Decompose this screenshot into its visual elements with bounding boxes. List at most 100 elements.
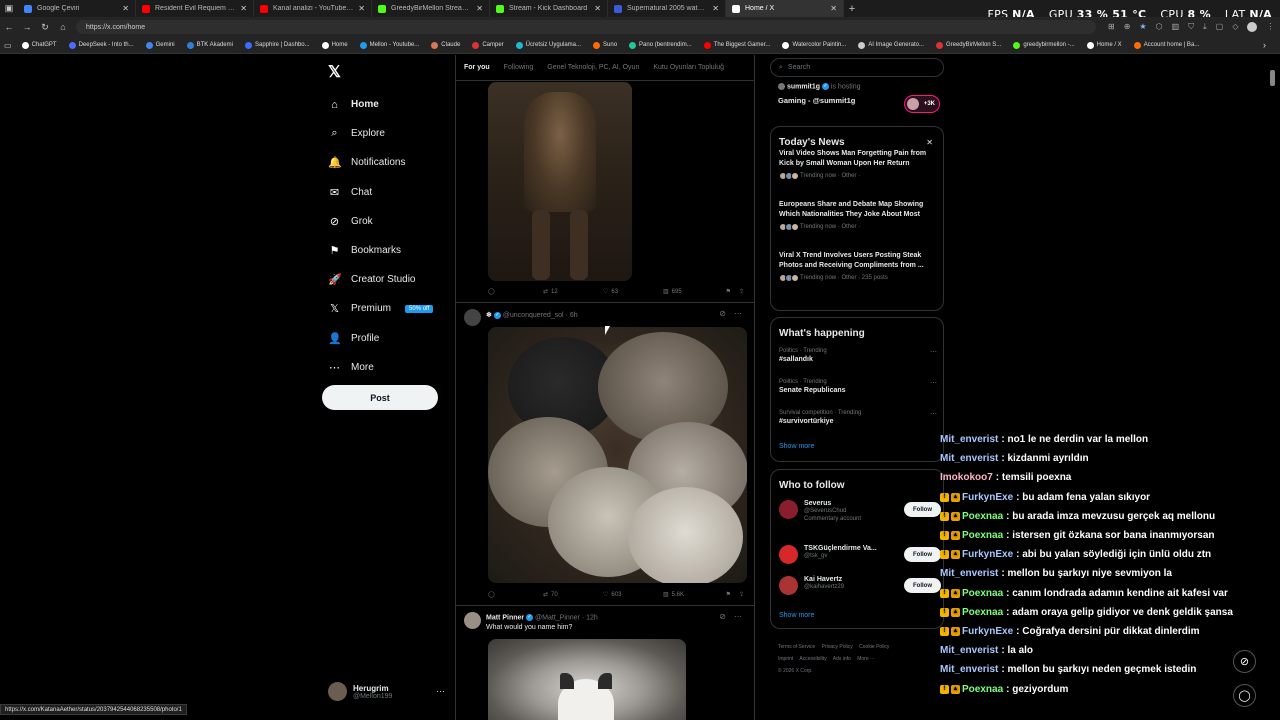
browser-menu-icon[interactable]: ⋮ — [1266, 22, 1274, 32]
show-more-link[interactable]: Show more — [779, 612, 814, 619]
tab-kutu-oyunlari[interactable]: Kutu Oyunları Topluluğ — [653, 64, 724, 71]
trend-more-icon[interactable]: ⋯ — [930, 348, 937, 356]
bookmark-item[interactable]: GreedyBirMellon S... — [930, 41, 1007, 49]
search-input[interactable]: ⌕ Search — [770, 58, 944, 77]
post-button[interactable]: Post — [322, 385, 438, 410]
bookmark-item[interactable]: Mellon - Youtube... — [354, 41, 426, 49]
trend-more-icon[interactable]: ⋯ — [930, 379, 937, 387]
news-item[interactable]: Viral X Trend Involves Users Posting Ste… — [779, 251, 939, 282]
tab-close-icon[interactable]: ✕ — [240, 4, 247, 13]
reply-button[interactable]: ◯ — [488, 288, 543, 295]
bookmark-item[interactable]: Home — [316, 41, 354, 49]
close-icon[interactable]: ✕ — [926, 138, 933, 147]
chat-username[interactable]: Mit_enverist — [940, 664, 998, 675]
footer-link[interactable]: Cookie Policy — [859, 644, 889, 650]
grok-fab-icon[interactable]: ⊘ — [1233, 650, 1256, 673]
trend-item[interactable]: Politics · Trending #sallandık ⋯ — [779, 348, 937, 363]
chat-username[interactable]: Mit_enverist — [940, 645, 998, 656]
bookmark-item[interactable]: Pano (bentrendim... — [623, 41, 698, 49]
bookmark-item[interactable]: AI Image Generato... — [852, 41, 930, 49]
account-menu-icon[interactable]: ··· — [436, 686, 445, 696]
views-button[interactable]: ▥ 5.6K — [663, 591, 724, 599]
footer-link[interactable]: Ads info — [833, 656, 851, 662]
space-host-card[interactable]: summit1g ✓ is hosting Gaming - @summit1g… — [778, 83, 940, 113]
listeners-badge[interactable]: +3K — [904, 95, 940, 113]
sidebar-item-more[interactable]: ⋯ More — [328, 353, 433, 382]
repost-button[interactable]: ⇄ 12 — [543, 288, 603, 296]
follow-button[interactable]: Follow — [904, 547, 941, 562]
browser-tab[interactable]: Home / X ✕ — [726, 0, 844, 17]
bookmark-item[interactable]: Gemini — [140, 41, 181, 49]
avatar[interactable] — [779, 576, 798, 595]
chat-username[interactable]: Poexnaa — [962, 588, 1003, 599]
tab-close-icon[interactable]: ✕ — [830, 4, 837, 13]
chat-username[interactable]: Poexnaa — [962, 607, 1003, 618]
follow-button[interactable]: Follow — [904, 578, 941, 593]
shield-icon[interactable]: ⛉ — [1188, 22, 1194, 32]
trend-item[interactable]: Survival competition · Trending #survivor… — [779, 410, 937, 425]
tab-close-icon[interactable]: ✕ — [594, 4, 601, 13]
trend-item[interactable]: Politics · Trending Senate Republicans ⋯ — [779, 379, 937, 394]
chat-username[interactable]: Poexnaa — [962, 511, 1003, 522]
vpn-icon[interactable]: ◇ — [1232, 22, 1238, 32]
sidebar-item-home[interactable]: ⌂ Home — [328, 90, 433, 119]
follow-suggestion[interactable]: Severus @SeverusChud Commentary account Fol… — [779, 500, 941, 522]
tab-close-icon[interactable]: ✕ — [358, 4, 365, 13]
bookmark-item[interactable]: ChatGPT — [16, 41, 63, 49]
bookmark-item[interactable]: BTK Akademi — [181, 41, 239, 49]
author-handle[interactable]: @Matt_Pinner — [535, 614, 580, 621]
chat-username[interactable]: FurkynExe — [962, 626, 1013, 637]
share-button[interactable]: ⇪ — [739, 288, 744, 295]
chat-fab-icon[interactable]: ◯ — [1233, 684, 1256, 707]
profile-avatar-icon[interactable] — [1247, 22, 1258, 32]
follow-suggestion[interactable]: TSKGüçlendirme Va... @tsk_gv Follow — [779, 545, 941, 564]
tab-for-you[interactable]: For you — [464, 64, 490, 71]
show-more-link[interactable]: Show more — [779, 443, 814, 450]
account-switcher[interactable]: Herugrim @Mellon199 ··· — [328, 682, 448, 701]
page-scrollbar[interactable] — [1270, 70, 1275, 86]
tab-genel-teknoloji[interactable]: Genel Teknoloji, PC, AI, Oyun — [547, 64, 639, 71]
post-image-cat[interactable] — [488, 639, 686, 720]
chat-username[interactable]: FurkynExe — [962, 492, 1013, 503]
back-icon[interactable]: ← — [0, 22, 18, 32]
bookmark-star-icon[interactable]: ★ — [1139, 22, 1146, 32]
sidebar-item-premium[interactable]: 𝕏 Premium 50% off — [328, 294, 434, 323]
more-icon[interactable]: ⋯ — [734, 612, 742, 621]
bookmark-item[interactable]: Sapphire | Dashbo... — [239, 41, 316, 49]
url-field[interactable]: https://x.com/home — [76, 20, 1096, 34]
sidebar-item-explore[interactable]: ⌕ Explore — [328, 119, 433, 148]
bookmark-item[interactable]: DeepSeek - Into th... — [63, 41, 140, 49]
browser-tab[interactable]: Google Çeviri ✕ — [18, 0, 136, 17]
bookmarks-overflow-icon[interactable]: › — [1263, 40, 1266, 50]
bookmark-item[interactable]: Claude — [425, 41, 466, 49]
repost-button[interactable]: ⇄ 70 — [543, 591, 603, 599]
like-button[interactable]: ♡ 63 — [603, 288, 663, 296]
sidebar-item-creator-studio[interactable]: 🚀 Creator Studio — [328, 265, 433, 294]
reload-icon[interactable]: ↻ — [36, 22, 54, 33]
post-image-warrior[interactable] — [488, 82, 632, 281]
chat-username[interactable]: Mit_enverist — [940, 434, 998, 445]
author-name[interactable]: ❄ — [486, 312, 492, 319]
wallet-icon[interactable]: ▢ — [1216, 22, 1224, 32]
share-button[interactable]: ⇪ — [739, 591, 744, 598]
bookmark-item[interactable]: Account home | Ba... — [1128, 41, 1206, 49]
bookmark-item[interactable]: Suno — [587, 41, 623, 49]
bookmark-item[interactable]: Ücretsiz Uygulama... — [510, 41, 587, 49]
footer-link[interactable]: Accessibility — [799, 656, 826, 662]
browser-tab[interactable]: GreedyBirMellon Stream - Watch... ✕ — [372, 0, 490, 17]
tab-actions-icon[interactable]: ▣ — [0, 3, 18, 14]
footer-link[interactable]: Terms of Service — [778, 644, 815, 650]
author-handle[interactable]: @unconquered_sol — [503, 312, 564, 319]
download-icon[interactable]: ⤓ — [1203, 22, 1207, 32]
like-button[interactable]: ♡ 603 — [603, 591, 663, 599]
tab-following[interactable]: Following — [504, 64, 534, 71]
bookmark-item[interactable]: Camper — [466, 41, 509, 49]
new-tab-button[interactable]: + — [844, 3, 860, 15]
x-logo[interactable]: 𝕏 — [328, 62, 341, 82]
extensions-icon[interactable]: ⬡ — [1156, 22, 1163, 32]
sidebar-item-chat[interactable]: ✉ Chat — [328, 178, 433, 207]
follow-button[interactable]: Follow — [904, 502, 941, 517]
bookmark-item[interactable]: Home / X — [1081, 41, 1128, 49]
tab-close-icon[interactable]: ✕ — [122, 4, 129, 13]
sidebar-item-notifications[interactable]: 🔔 Notifications — [328, 148, 433, 177]
